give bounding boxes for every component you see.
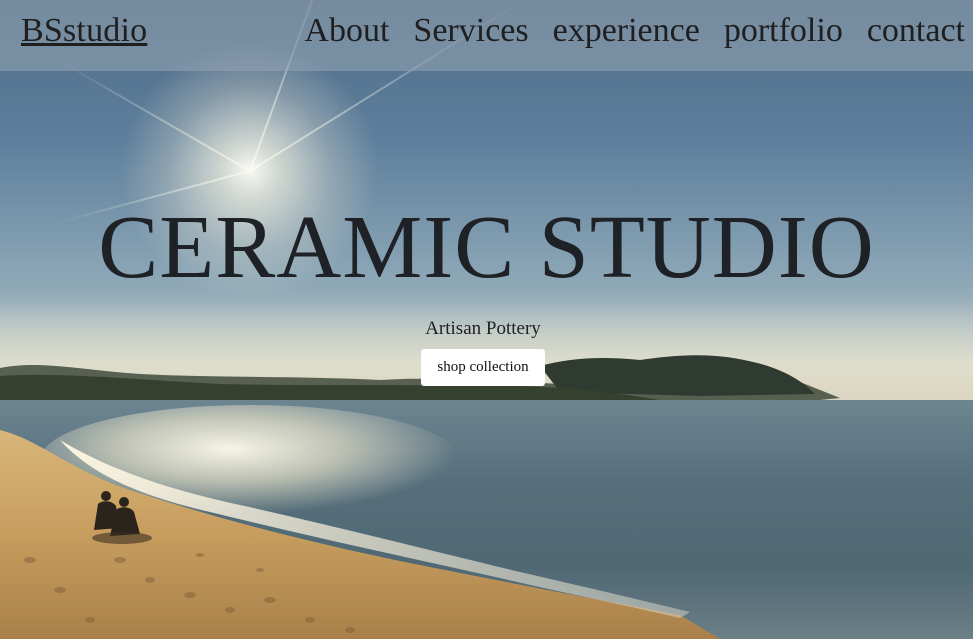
nav-item-contact: contact xyxy=(867,9,965,53)
top-navbar: BSstudio About Services experience portf… xyxy=(0,0,973,71)
shop-collection-button[interactable]: shop collection xyxy=(421,349,545,386)
hero-title: CERAMIC STUDIO xyxy=(98,198,875,297)
nav-link-experience[interactable]: experience xyxy=(553,12,700,49)
nav-link-about[interactable]: About xyxy=(304,12,389,49)
nav-item-services: Services xyxy=(413,9,528,53)
nav-item-experience: experience xyxy=(553,9,700,53)
people-silhouette xyxy=(92,491,152,544)
nav-links: About Services experience portfolio cont… xyxy=(304,9,965,53)
nav-link-portfolio[interactable]: portfolio xyxy=(724,12,843,49)
hero-subtitle: Artisan Pottery xyxy=(425,318,541,339)
nav-link-contact[interactable]: contact xyxy=(867,12,965,49)
brand-logo-link[interactable]: BSstudio xyxy=(21,9,147,53)
nav-link-services[interactable]: Services xyxy=(413,12,528,49)
nav-item-portfolio: portfolio xyxy=(724,9,843,53)
nav-item-about: About xyxy=(304,9,389,53)
